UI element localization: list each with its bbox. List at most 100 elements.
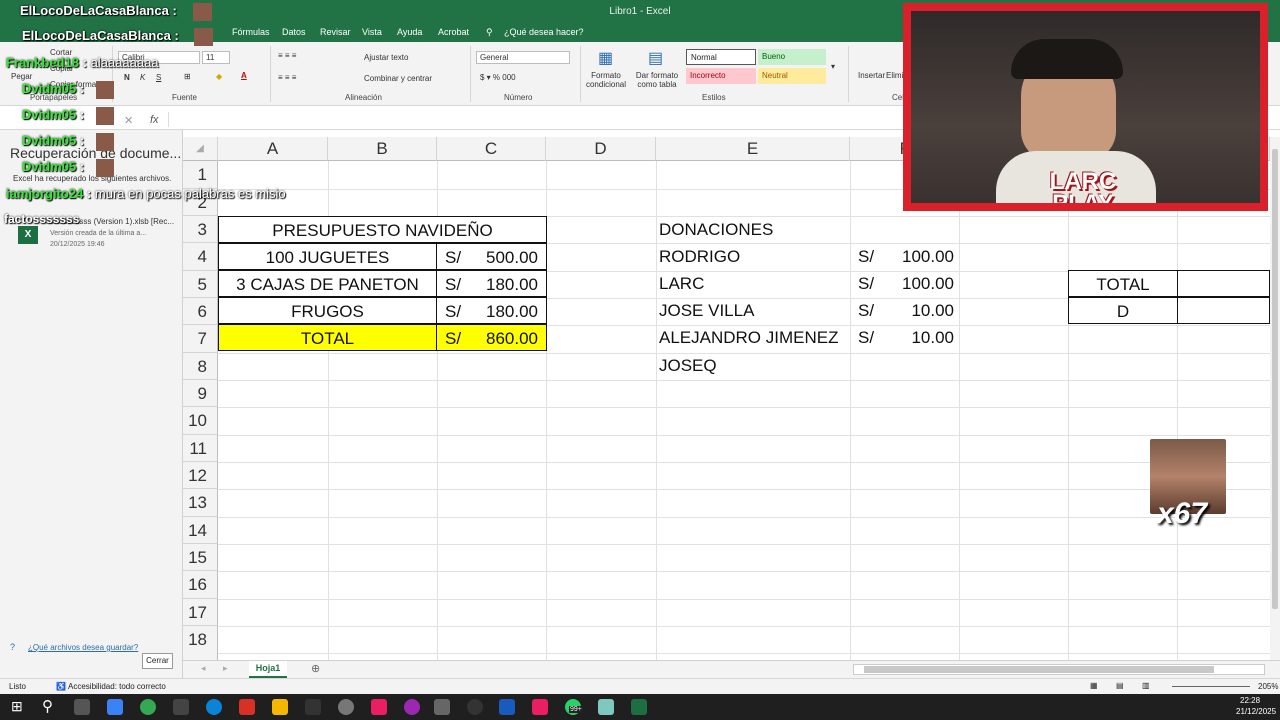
style-neutral[interactable]: Neutral: [758, 68, 826, 84]
column-header-d[interactable]: D: [546, 137, 656, 161]
row-header-5[interactable]: 5: [183, 271, 218, 298]
chrome-icon[interactable]: [140, 699, 156, 715]
sheet-scroll-right-icon[interactable]: ▸: [223, 663, 228, 674]
row-header-18[interactable]: 18: [183, 626, 218, 662]
font-size-select[interactable]: 11: [202, 51, 230, 64]
fill-color-icon[interactable]: ◆: [216, 72, 222, 81]
row-header-8[interactable]: 8: [183, 353, 218, 380]
underline-button[interactable]: S: [156, 73, 161, 82]
tab-data[interactable]: Datos: [282, 27, 306, 37]
close-recovery-button[interactable]: Cerrar: [142, 653, 173, 669]
budget-amount-cell[interactable]: S/180.00: [436, 297, 547, 324]
insert-cells-button[interactable]: Insertar: [858, 71, 885, 80]
vertical-scrollbar[interactable]: [1270, 137, 1280, 660]
anydesk-icon[interactable]: [239, 699, 255, 715]
row-header-9[interactable]: 9: [183, 380, 218, 407]
discord-icon[interactable]: [173, 699, 189, 715]
style-good[interactable]: Bueno: [758, 49, 826, 65]
column-header-c[interactable]: C: [437, 137, 546, 161]
fx-icon[interactable]: fx: [150, 114, 159, 126]
budget-item-cell[interactable]: 3 CAJAS DE PANETON: [218, 270, 437, 297]
tab-review[interactable]: Revisar: [320, 27, 351, 37]
cancel-icon[interactable]: ✕: [124, 114, 133, 127]
merge-center-button[interactable]: Combinar y centrar: [364, 74, 432, 83]
paste-button[interactable]: Pegar: [11, 72, 32, 81]
donor-name-cell[interactable]: ALEJANDRO JIMENEZ: [659, 324, 838, 351]
column-header-b[interactable]: B: [328, 137, 437, 161]
sheet-scroll-left-icon[interactable]: ◂: [201, 663, 206, 674]
search-icon[interactable]: ⚲: [42, 697, 53, 715]
budget-title-cell[interactable]: PRESUPUESTO NAVIDEÑO: [218, 216, 547, 243]
summary-d-value-cell[interactable]: [1177, 297, 1270, 324]
tab-help[interactable]: Ayuda: [397, 27, 422, 37]
accessibility-status[interactable]: Accesibilidad: todo correcto: [68, 682, 166, 691]
zoom-slider[interactable]: [1172, 686, 1250, 687]
donation-amount-cell[interactable]: S/100.00: [858, 243, 954, 270]
row-header-12[interactable]: 12: [183, 462, 218, 489]
which-files-link[interactable]: ¿Qué archivos desea guardar?: [28, 643, 138, 652]
row-header-1[interactable]: 1: [183, 161, 218, 189]
word-icon[interactable]: [499, 699, 515, 715]
normal-view-icon[interactable]: ▦: [1090, 681, 1098, 690]
row-header-16[interactable]: 16: [183, 571, 218, 599]
page-break-icon[interactable]: ▥: [1142, 681, 1150, 690]
tab-formulas[interactable]: Fórmulas: [232, 27, 270, 37]
borders-icon[interactable]: ⊞: [184, 72, 191, 81]
row-header-13[interactable]: 13: [183, 489, 218, 517]
horizontal-scrollbar[interactable]: [853, 664, 1265, 675]
row-header-3[interactable]: 3: [183, 216, 218, 243]
budget-item-cell[interactable]: 100 JUGUETES: [218, 243, 437, 270]
column-header-e[interactable]: E: [656, 137, 850, 161]
donations-title-cell[interactable]: DONACIONES: [659, 216, 773, 243]
file-explorer-icon[interactable]: [272, 699, 288, 715]
align-left-icon[interactable]: ≡ ≡ ≡: [278, 73, 296, 82]
conditional-format-button[interactable]: Formato condicional: [584, 71, 628, 89]
donor-name-cell[interactable]: LARC: [659, 270, 704, 297]
summary-d-cell[interactable]: D: [1068, 297, 1178, 324]
column-header-a[interactable]: A: [218, 137, 328, 161]
app-icon[interactable]: [532, 699, 548, 715]
style-bad[interactable]: Incorrecto: [686, 68, 756, 84]
windows-start-icon[interactable]: ⊞: [11, 698, 23, 715]
add-sheet-icon[interactable]: ⊕: [311, 662, 320, 675]
donor-name-cell[interactable]: RODRIGO: [659, 243, 740, 270]
style-normal[interactable]: Normal: [686, 49, 756, 65]
currency-icon[interactable]: $ ▾ % 000: [480, 73, 516, 82]
donation-amount-cell[interactable]: S/100.00: [858, 270, 954, 297]
app-icon[interactable]: [338, 699, 354, 715]
align-top-icon[interactable]: ≡ ≡ ≡: [278, 51, 296, 60]
styles-more-icon[interactable]: ▾: [831, 62, 835, 71]
row-header-7[interactable]: 7: [183, 325, 218, 353]
row-header-11[interactable]: 11: [183, 435, 218, 462]
store-icon[interactable]: [107, 699, 123, 715]
donor-name-cell[interactable]: JOSEQ: [659, 352, 717, 379]
bold-button[interactable]: N: [124, 73, 130, 82]
row-header-6[interactable]: 6: [183, 298, 218, 325]
app-icon[interactable]: [371, 699, 387, 715]
summary-total-cell[interactable]: TOTAL: [1068, 270, 1178, 297]
obs-icon[interactable]: [467, 699, 483, 715]
task-view-icon[interactable]: [74, 699, 90, 715]
wrap-text-button[interactable]: Ajustar texto: [364, 53, 408, 62]
tell-me-search[interactable]: ¿Qué desea hacer?: [504, 27, 584, 37]
excel-taskbar-icon[interactable]: [631, 699, 647, 715]
scroll-thumb[interactable]: [864, 666, 1214, 673]
tab-acrobat[interactable]: Acrobat: [438, 27, 469, 37]
zoom-level[interactable]: 205%: [1258, 682, 1278, 691]
edge-icon[interactable]: [206, 699, 222, 715]
format-as-table-button[interactable]: Dar formato como tabla: [634, 71, 680, 89]
app-icon[interactable]: [404, 699, 420, 715]
page-layout-icon[interactable]: ▤: [1116, 681, 1124, 690]
scroll-thumb[interactable]: [1272, 149, 1278, 609]
budget-amount-cell[interactable]: S/180.00: [436, 270, 547, 297]
app-icon[interactable]: [598, 699, 614, 715]
italic-button[interactable]: K: [140, 73, 145, 82]
budget-amount-cell[interactable]: S/500.00: [436, 243, 547, 270]
row-header-14[interactable]: 14: [183, 517, 218, 544]
select-all-corner[interactable]: ◢: [183, 137, 218, 161]
budget-total-amount-cell[interactable]: S/860.00: [436, 324, 547, 351]
summary-total-value-cell[interactable]: [1177, 270, 1270, 297]
donation-amount-cell[interactable]: S/10.00: [858, 324, 954, 351]
row-header-15[interactable]: 15: [183, 544, 218, 571]
row-header-10[interactable]: 10: [183, 407, 218, 435]
